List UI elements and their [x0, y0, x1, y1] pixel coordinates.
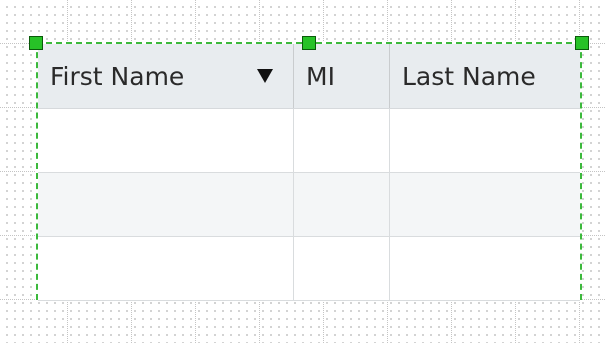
table-cell[interactable] — [390, 237, 580, 300]
table-header-row: First Name MI Last Name — [38, 44, 580, 109]
column-header-last-name[interactable]: Last Name — [390, 44, 580, 108]
table-cell[interactable] — [390, 173, 580, 236]
resize-handle-top-left[interactable] — [29, 36, 43, 50]
column-header-label: Last Name — [402, 61, 536, 91]
column-header-label: First Name — [50, 61, 185, 91]
resize-handle-top-middle[interactable] — [302, 36, 316, 50]
column-header-mi[interactable]: MI — [294, 44, 390, 108]
column-header-first-name[interactable]: First Name — [38, 44, 294, 108]
table-cell[interactable] — [390, 109, 580, 172]
table-cell[interactable] — [38, 237, 294, 300]
sort-descending-icon[interactable] — [257, 69, 273, 83]
table-cell[interactable] — [294, 109, 390, 172]
table-widget[interactable]: First Name MI Last Name — [36, 42, 582, 301]
column-header-label: MI — [306, 61, 335, 91]
table-cell[interactable] — [294, 237, 390, 300]
table-row[interactable] — [38, 237, 580, 301]
table-row[interactable] — [38, 173, 580, 237]
table-cell[interactable] — [38, 109, 294, 172]
resize-handle-top-right[interactable] — [575, 36, 589, 50]
design-canvas[interactable]: First Name MI Last Name — [0, 0, 605, 343]
table-row[interactable] — [38, 109, 580, 173]
data-table[interactable]: First Name MI Last Name — [38, 44, 580, 301]
table-cell[interactable] — [294, 173, 390, 236]
table-cell[interactable] — [38, 173, 294, 236]
